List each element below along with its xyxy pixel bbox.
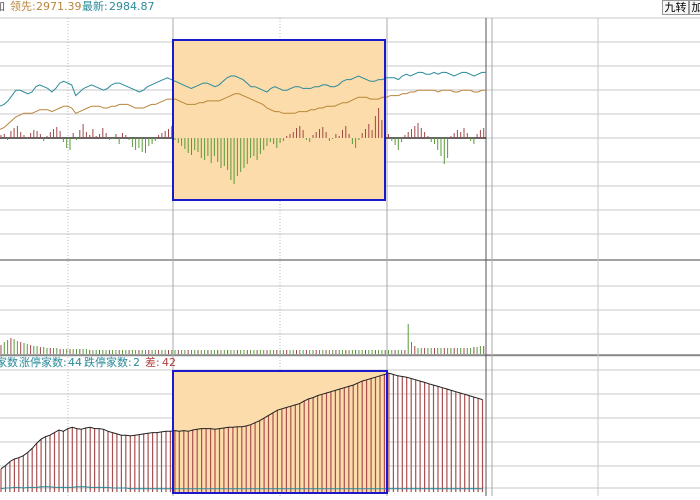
selection-highlights[interactable] xyxy=(173,40,387,493)
selection-fill xyxy=(173,40,385,200)
selection-fill xyxy=(173,371,387,493)
breadth-fragment: 家数 xyxy=(0,356,18,369)
limit-down-value: 2 xyxy=(133,356,140,369)
volume-bars xyxy=(0,324,485,354)
limit-down-label: 跌停家数: xyxy=(84,356,132,369)
chart-canvas xyxy=(0,17,700,496)
diff-label: 差: xyxy=(145,356,160,369)
breadth-stats: 家数 涨停家数: 44 跌停家数: 2 差: 42 xyxy=(0,356,480,370)
limit-up-value: 44 xyxy=(68,356,82,369)
diff-value: 42 xyxy=(162,356,176,369)
limit-up-label: 涨停家数: xyxy=(19,356,67,369)
